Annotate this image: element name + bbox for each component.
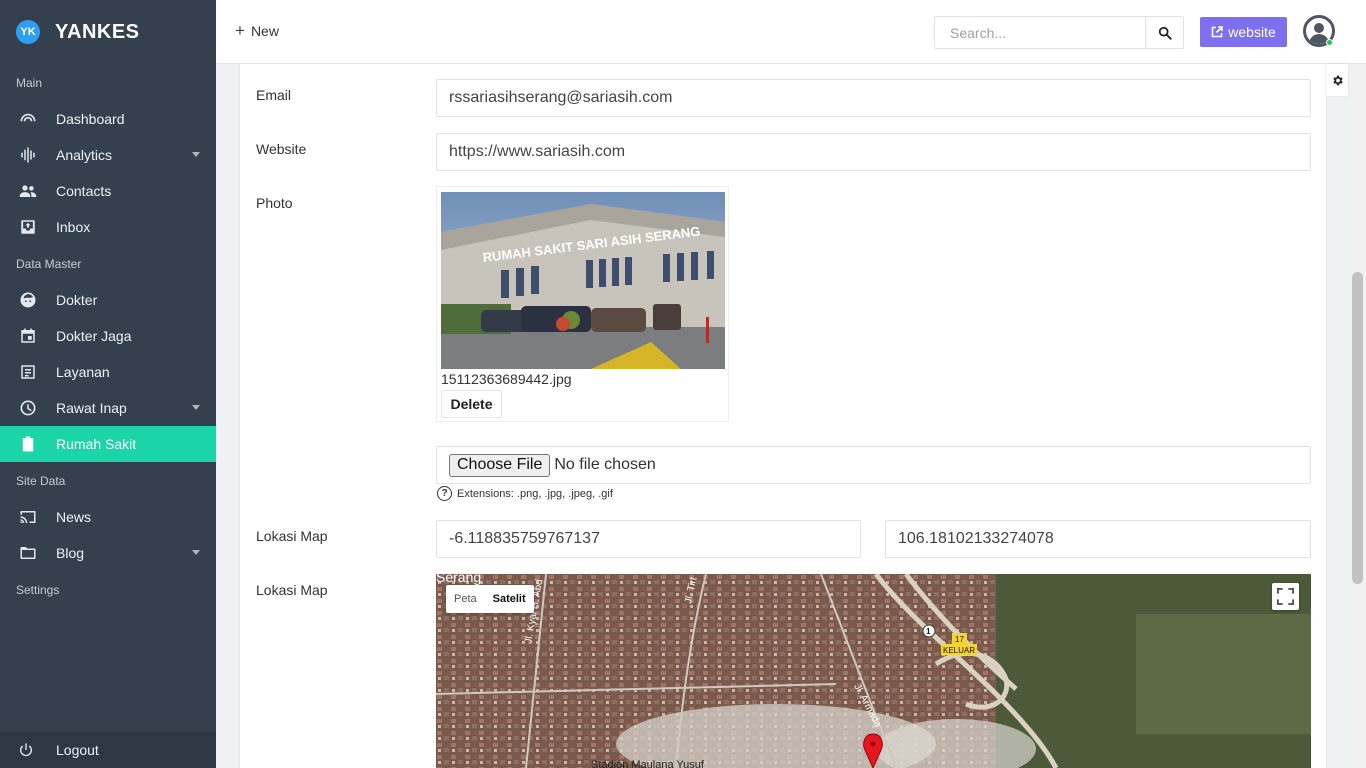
brand-logo: YK: [16, 20, 40, 44]
sidebar-item-label: Dashboard: [56, 111, 125, 127]
clipboard-icon: [18, 434, 38, 454]
fullscreen-icon: [1277, 588, 1294, 605]
new-button[interactable]: + New: [235, 22, 279, 39]
latitude-field[interactable]: -6.118835759767137: [436, 520, 861, 558]
map-route-number: 1: [926, 627, 931, 636]
file-input[interactable]: Choose File No file chosen: [436, 446, 1311, 484]
logout-label: Logout: [56, 742, 99, 758]
sidebar-item-rumah-sakit[interactable]: Rumah Sakit: [0, 426, 216, 462]
map-widget[interactable]: Serang Jl. Kyai H. Abd Jl. Tirt Jl. Arma…: [436, 574, 1311, 768]
power-icon: [18, 742, 38, 758]
email-label: Email: [256, 87, 292, 103]
photo-filename: 15112363689442.jpg: [441, 371, 572, 387]
longitude-field[interactable]: 106.18102133274078: [885, 520, 1311, 558]
photo-preview: RUMAH SAKIT SARI ASIH SERANG 15112363689…: [436, 186, 729, 422]
search-input[interactable]: [934, 16, 1146, 49]
cast-icon: [18, 507, 38, 527]
gear-icon: [1332, 75, 1343, 85]
email-field[interactable]: rssariasihserang@sariasih.com: [436, 79, 1311, 117]
sidebar-item-layanan[interactable]: Layanan: [0, 354, 216, 390]
lokasi-map-label: Lokasi Map: [256, 528, 328, 544]
delete-photo-button[interactable]: Delete: [441, 390, 502, 418]
external-link-icon: [1211, 26, 1224, 38]
website-label: website: [1228, 24, 1276, 40]
map-place-stadion: Stadion Maulana Yusuf: [591, 759, 705, 768]
sidebar-item-dokter[interactable]: Dokter: [0, 282, 216, 318]
sidebar-item-inbox[interactable]: Inbox: [0, 209, 216, 245]
inbox-icon: [18, 217, 38, 237]
logout-button[interactable]: Logout: [0, 732, 216, 768]
satellite-imagery: Serang Jl. Kyai H. Abd Jl. Tirt Jl. Arma…: [436, 574, 1311, 768]
section-settings[interactable]: Settings: [0, 571, 216, 608]
extensions-text: Extensions: .png, .jpg, .jpeg, .gif: [457, 487, 613, 500]
settings-toggle[interactable]: [1326, 64, 1348, 96]
brand-name: YANKES: [55, 20, 140, 43]
map-exit-number: 17: [955, 635, 964, 644]
map-label: Lokasi Map: [256, 582, 328, 598]
caret-down-icon: [192, 152, 200, 157]
sidebar-item-label: Rawat Inap: [56, 400, 127, 416]
map-exit-label: KELUAR: [943, 646, 975, 655]
sidebar-item-news[interactable]: News: [0, 499, 216, 535]
website-label: Website: [256, 141, 307, 157]
brand[interactable]: YK YANKES: [0, 0, 216, 64]
sidebar-item-dokter-jaga[interactable]: Dokter Jaga: [0, 318, 216, 354]
avatar-head: [1314, 23, 1324, 33]
hospital-photo: RUMAH SAKIT SARI ASIH SERANG: [441, 192, 725, 369]
extensions-help: ? Extensions: .png, .jpg, .jpeg, .gif: [437, 486, 613, 501]
map-place-serang: Serang: [436, 574, 481, 585]
new-label: New: [250, 22, 279, 39]
sidebar-item-label: Dokter: [56, 292, 98, 308]
page-scrollbar[interactable]: [1349, 64, 1366, 768]
face-icon: [18, 290, 38, 310]
online-status-dot: [1326, 39, 1333, 46]
website-button[interactable]: website: [1200, 17, 1287, 47]
gauge-icon: [18, 109, 38, 129]
map-type-control: Peta Satelit: [446, 585, 534, 613]
sidebar-item-label: Analytics: [56, 147, 113, 163]
search-button[interactable]: [1145, 16, 1184, 49]
choose-file-button[interactable]: Choose File: [449, 453, 551, 477]
sidebar-item-label: Contacts: [56, 183, 112, 199]
calendar-icon: [18, 326, 38, 346]
section-data-master: Data Master: [16, 256, 82, 271]
caret-down-icon: [192, 550, 200, 555]
people-icon: [18, 181, 38, 201]
sidebar-item-label: Blog: [56, 545, 85, 561]
topbar: + New website: [216, 0, 1366, 64]
sidebar-item-contacts[interactable]: Contacts: [0, 173, 216, 209]
sidebar-item-dashboard[interactable]: Dashboard: [0, 101, 216, 137]
search-icon: [1158, 26, 1172, 40]
caret-down-icon: [192, 405, 200, 410]
question-circle-icon: ?: [437, 486, 452, 501]
website-field[interactable]: https://www.sariasih.com: [436, 133, 1311, 171]
sidebar-item-label: Layanan: [56, 364, 110, 380]
sidebar-item-blog[interactable]: Blog: [0, 535, 216, 571]
plus-icon: +: [235, 21, 245, 40]
audio-wave-icon: [18, 145, 38, 165]
sidebar-item-label: Inbox: [56, 219, 91, 235]
sidebar-item-label: News: [56, 509, 92, 525]
sidebar-item-rawat-inap[interactable]: Rawat Inap: [0, 390, 216, 426]
no-file-text: No file chosen: [554, 456, 656, 473]
scrollbar-thumb[interactable]: [1352, 272, 1363, 584]
map-type-satelit[interactable]: Satelit: [485, 585, 534, 613]
map-type-peta[interactable]: Peta: [446, 585, 485, 613]
sidebar: YK YANKES Main Dashboard Analytics Conta…: [0, 0, 216, 768]
photo-label: Photo: [256, 195, 293, 211]
sidebar-item-analytics[interactable]: Analytics: [0, 137, 216, 173]
service-box-icon: [18, 362, 38, 382]
fullscreen-button[interactable]: [1272, 583, 1299, 610]
folder-icon: [18, 543, 38, 563]
clock-icon: [18, 398, 38, 418]
section-site-data: Site Data: [16, 473, 66, 488]
sidebar-item-label: Rumah Sakit: [56, 436, 137, 452]
section-main: Main: [16, 75, 43, 90]
sidebar-item-label: Dokter Jaga: [56, 328, 132, 344]
